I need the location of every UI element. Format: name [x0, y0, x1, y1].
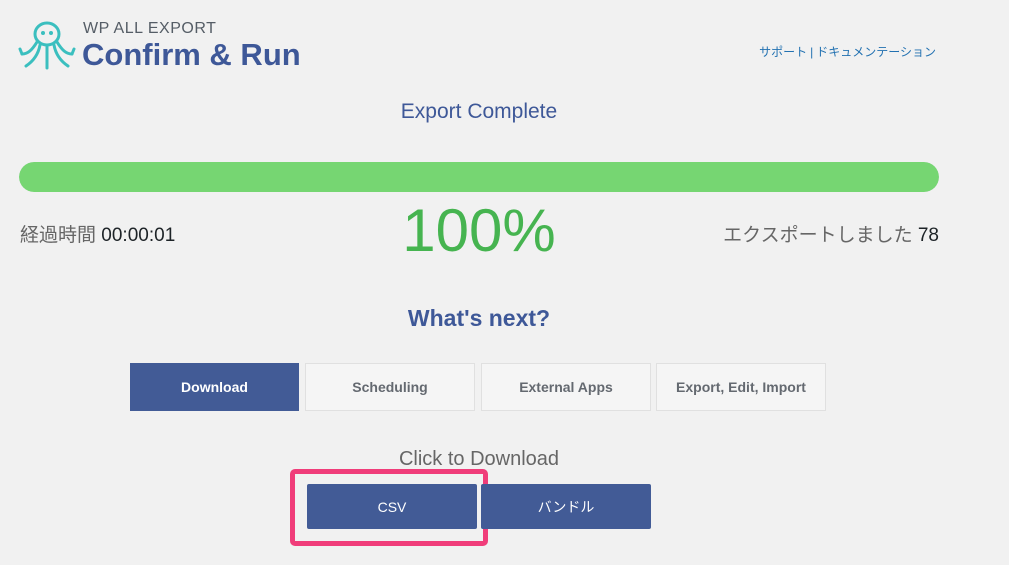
download-title: Click to Download	[398, 448, 560, 470]
documentation-link[interactable]: ドキュメンテーション	[816, 45, 936, 59]
support-link[interactable]: サポート	[759, 45, 807, 59]
octopus-logo-icon	[18, 21, 76, 70]
whats-next-title: What's next?	[407, 305, 551, 331]
exported-count: エクスポートしました 78	[723, 220, 939, 247]
tab-export-edit-import[interactable]: Export, Edit, Import	[656, 363, 826, 411]
tab-download[interactable]: Download	[130, 363, 299, 411]
top-links: サポート | ドキュメンテーション	[759, 43, 936, 60]
page-title: Confirm & Run	[82, 37, 301, 72]
tab-external-apps[interactable]: External Apps	[481, 363, 651, 411]
progress-fill	[19, 162, 939, 192]
brand-subtitle: WP ALL EXPORT	[83, 20, 217, 37]
exported-label: エクスポートしました	[723, 225, 913, 246]
export-status-title: Export Complete	[400, 100, 558, 123]
exported-value: 78	[917, 225, 939, 246]
bundle-download-button[interactable]: バンドル	[481, 484, 651, 529]
progress-bar	[19, 162, 939, 192]
link-separator: |	[810, 45, 814, 59]
tab-scheduling[interactable]: Scheduling	[305, 363, 475, 411]
csv-download-button[interactable]: CSV	[307, 484, 477, 529]
